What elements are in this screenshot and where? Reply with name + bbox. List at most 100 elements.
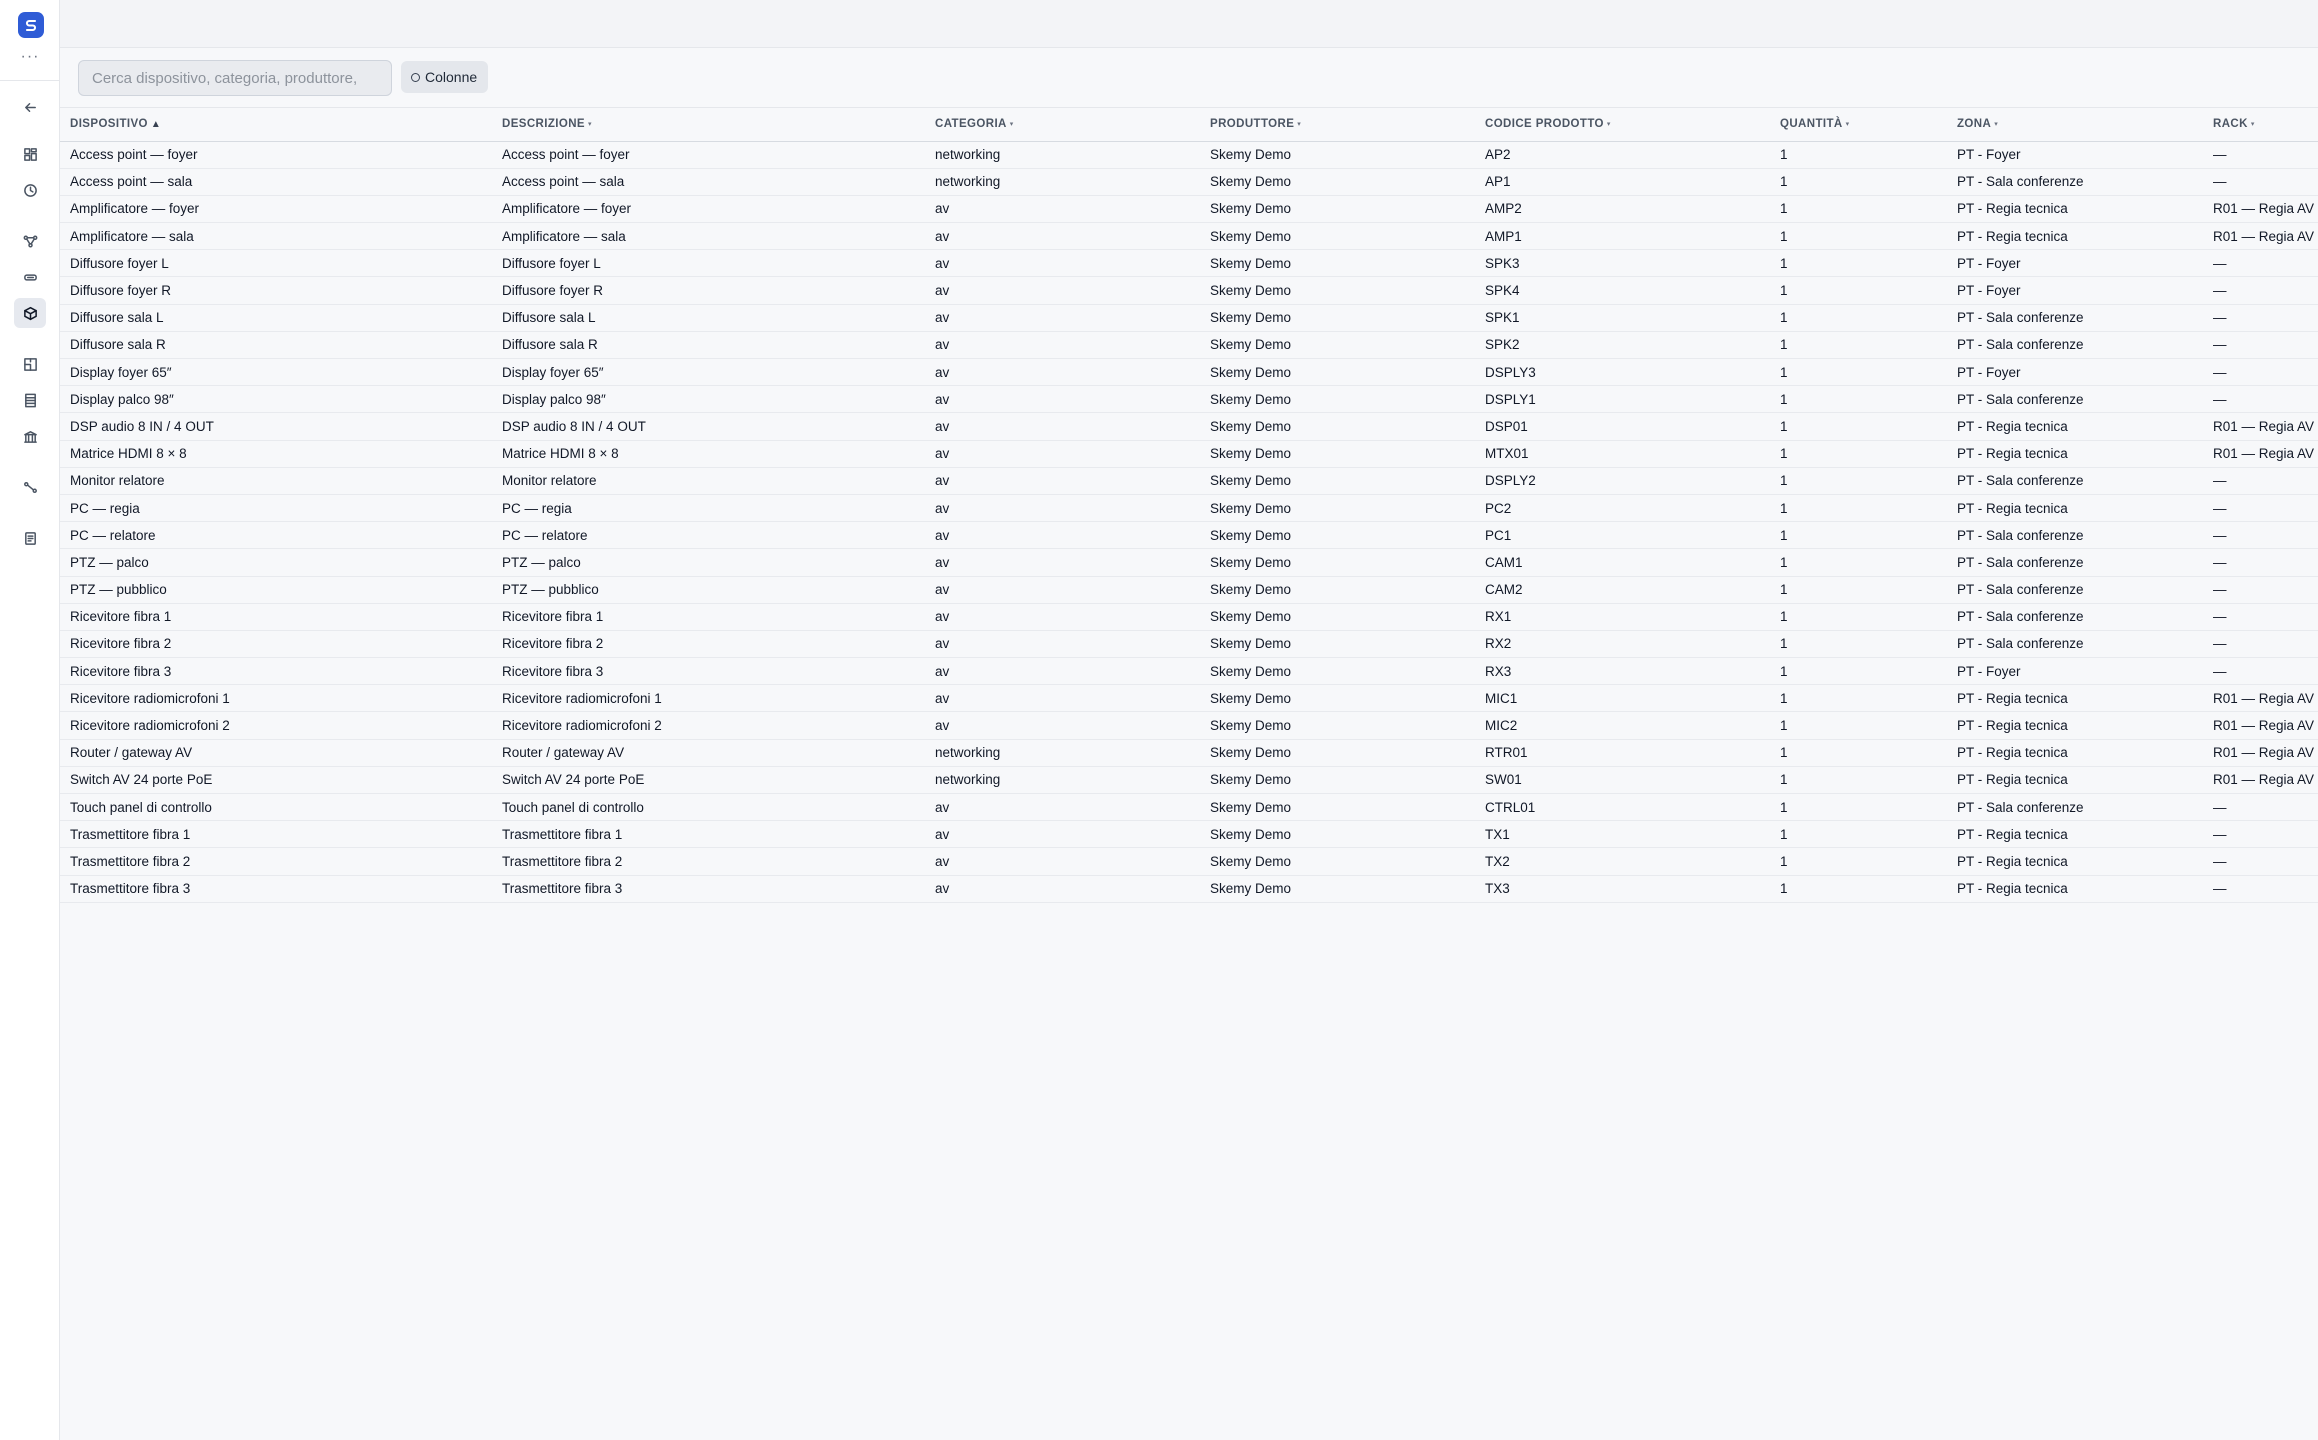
cell-quantita: 1: [1770, 847, 1947, 876]
cell-categoria: av: [925, 847, 1200, 876]
table-row[interactable]: Matrice HDMI 8 × 8 Matrice HDMI 8 × 8 av Sk…: [60, 440, 2318, 468]
cell-categoria: av: [925, 195, 1200, 224]
cell-dispositivo: Diffusore sala R: [60, 331, 492, 360]
column-header-produttore[interactable]: PRODUTTORE ▾: [1200, 108, 1475, 142]
column-header-dispositivo[interactable]: DISPOSITIVO ▲: [60, 108, 492, 142]
table-row[interactable]: Trasmettitore fibra 1 Trasmettitore fibra…: [60, 820, 2318, 849]
table-row[interactable]: Access point — foyer Access point — foyer…: [60, 141, 2318, 169]
rack-icon[interactable]: [14, 385, 46, 415]
cell-dispositivo: Monitor relatore: [60, 467, 492, 495]
cell-dispositivo: Trasmettitore fibra 1: [60, 820, 492, 849]
cell-produttore: Skemy Demo: [1200, 820, 1475, 849]
cell-categoria: av: [925, 576, 1200, 604]
table-row[interactable]: Ricevitore radiomicrofoni 2 Ricevitore ra…: [60, 711, 2318, 740]
column-header-descrizione[interactable]: DESCRIZIONE ▾: [492, 108, 925, 142]
cell-produttore: Skemy Demo: [1200, 793, 1475, 822]
cell-descrizione: Display palco 98″: [492, 385, 925, 414]
cell-zona: PT - Sala conferenze: [1947, 548, 2203, 577]
table-row[interactable]: Access point — sala Access point — sala ne…: [60, 168, 2318, 196]
topology-icon[interactable]: [14, 226, 46, 256]
cell-categoria: av: [925, 820, 1200, 849]
table-row[interactable]: Display palco 98″ Display palco 98″ av Skem…: [60, 385, 2318, 414]
table-row[interactable]: PTZ — palco PTZ — palco av Skemy Demo CAM1 1 P…: [60, 548, 2318, 577]
sort-icon: ▾: [1297, 121, 1302, 129]
sort-ascending-icon: ▲: [150, 118, 162, 130]
back-arrow-icon[interactable]: [14, 92, 46, 122]
table-row[interactable]: Diffusore sala R Diffusore sala Rav Skemy …: [60, 331, 2318, 360]
table-row[interactable]: Diffusore sala L Diffusore sala Lav Skemy …: [60, 304, 2318, 332]
app-logo-icon[interactable]: [18, 12, 44, 38]
table-row[interactable]: Trasmettitore fibra 3 Trasmettitore fibra…: [60, 875, 2318, 903]
more-menu-button[interactable]: ···: [0, 48, 60, 66]
cell-produttore: Skemy Demo: [1200, 847, 1475, 876]
table-row[interactable]: PC — regia PC — regia av Skemy Demo PC2 1 PT -…: [60, 494, 2318, 523]
table-row[interactable]: Trasmettitore fibra 2 Trasmettitore fibra…: [60, 847, 2318, 876]
table-row[interactable]: Touch panel di controllo Touch panel di c…: [60, 793, 2318, 822]
cell-quantita: 1: [1770, 304, 1947, 332]
cell-quantita: 1: [1770, 385, 1947, 414]
cell-categoria: av: [925, 412, 1200, 441]
cell-rack: —: [2203, 793, 2318, 822]
column-header-rack[interactable]: RACK ▾: [2203, 108, 2318, 142]
table-row[interactable]: Display foyer 65″ Display foyer 65″ av Skem…: [60, 358, 2318, 387]
cell-dispositivo: Display foyer 65″: [60, 358, 492, 387]
table-row[interactable]: Ricevitore radiomicrofoni 1 Ricevitore ra…: [60, 684, 2318, 713]
cell-dispositivo: DSP audio 8 IN / 4 OUT: [60, 412, 492, 441]
column-header-zona[interactable]: ZONA ▾: [1947, 108, 2203, 142]
table-row[interactable]: Diffusore foyer R Diffusore foyer Rav Skem…: [60, 276, 2318, 305]
cell-quantita: 1: [1770, 739, 1947, 767]
cell-rack: —: [2203, 603, 2318, 631]
cell-codice-prodotto: AMP2: [1475, 195, 1770, 224]
table-row[interactable]: Ricevitore fibra 3 Ricevitore fibra 3 av Sk…: [60, 657, 2318, 686]
history-icon[interactable]: [14, 175, 46, 205]
cell-descrizione: Display foyer 65″: [492, 358, 925, 387]
columns-button[interactable]: Colonne: [401, 61, 489, 93]
sort-icon: ▾: [1994, 121, 1999, 129]
floor-plan-icon[interactable]: [14, 349, 46, 379]
cell-zona: PT - Sala conferenze: [1947, 385, 2203, 414]
cell-rack: —: [2203, 168, 2318, 196]
cell-categoria: av: [925, 385, 1200, 414]
columns-button-label: Colonne: [425, 69, 478, 85]
search-input[interactable]: [78, 60, 392, 96]
cell-zona: PT - Foyer: [1947, 141, 2203, 169]
table-row[interactable]: PC — relatore PC — relatore av Skemy Demo PC…: [60, 521, 2318, 550]
column-header-categoria[interactable]: CATEGORIA ▾: [925, 108, 1200, 142]
cell-categoria: av: [925, 521, 1200, 550]
cell-dispositivo: PC — regia: [60, 494, 492, 523]
cell-codice-prodotto: MTX01: [1475, 440, 1770, 468]
devices-box-icon[interactable]: [14, 298, 46, 328]
table-row[interactable]: Ricevitore fibra 1 Ricevitore fibra 1 av Sk…: [60, 603, 2318, 631]
table-row[interactable]: Ricevitore fibra 2 Ricevitore fibra 2 av Sk…: [60, 630, 2318, 659]
cell-quantita: 1: [1770, 793, 1947, 822]
table-row[interactable]: DSP audio 8 IN / 4 OUT DSP audio 8 IN / 4…: [60, 412, 2318, 441]
connector-icon[interactable]: [14, 262, 46, 292]
cell-dispositivo: Matrice HDMI 8 × 8: [60, 440, 492, 468]
cell-descrizione: PC — relatore: [492, 521, 925, 550]
cell-descrizione: Trasmettitore fibra 2: [492, 847, 925, 876]
cell-codice-prodotto: DSPLY1: [1475, 385, 1770, 414]
table-row[interactable]: Switch AV 24 porte PoE Switch AV 24 porte…: [60, 766, 2318, 795]
table-row[interactable]: Router / gateway AV Router / gateway AV ne…: [60, 739, 2318, 767]
table-row[interactable]: Amplificatore — sala Amplificatore — sala…: [60, 222, 2318, 251]
cell-dispositivo: Display palco 98″: [60, 385, 492, 414]
cell-produttore: Skemy Demo: [1200, 657, 1475, 686]
cell-descrizione: PC — regia: [492, 494, 925, 523]
cable-icon[interactable]: [14, 472, 46, 502]
column-header-quantita[interactable]: QUANTITÀ ▾: [1770, 108, 1947, 142]
column-header-codice-prodotto[interactable]: CODICE PRODOTTO ▾: [1475, 108, 1770, 142]
table-row[interactable]: Diffusore foyer L Diffusore foyer Lav Skem…: [60, 249, 2318, 278]
cell-descrizione: Ricevitore radiomicrofoni 2: [492, 711, 925, 740]
sort-icon: ▾: [2250, 121, 2255, 129]
document-icon[interactable]: [14, 523, 46, 553]
cell-descrizione: Monitor relatore: [492, 467, 925, 495]
dashboard-icon[interactable]: [14, 139, 46, 169]
sidebar: ···: [0, 0, 60, 1440]
building-icon[interactable]: [14, 421, 46, 451]
column-header-label: DISPOSITIVO: [70, 118, 148, 131]
table-row[interactable]: PTZ — pubblico PTZ — pubblico av Skemy Demo…: [60, 576, 2318, 604]
table-row[interactable]: Amplificatore — foyer Amplificatore — foy…: [60, 195, 2318, 224]
cell-dispositivo: Diffusore sala L: [60, 304, 492, 332]
table-row[interactable]: Monitor relatore Monitor relatore av Skemy …: [60, 467, 2318, 495]
cell-produttore: Skemy Demo: [1200, 711, 1475, 740]
